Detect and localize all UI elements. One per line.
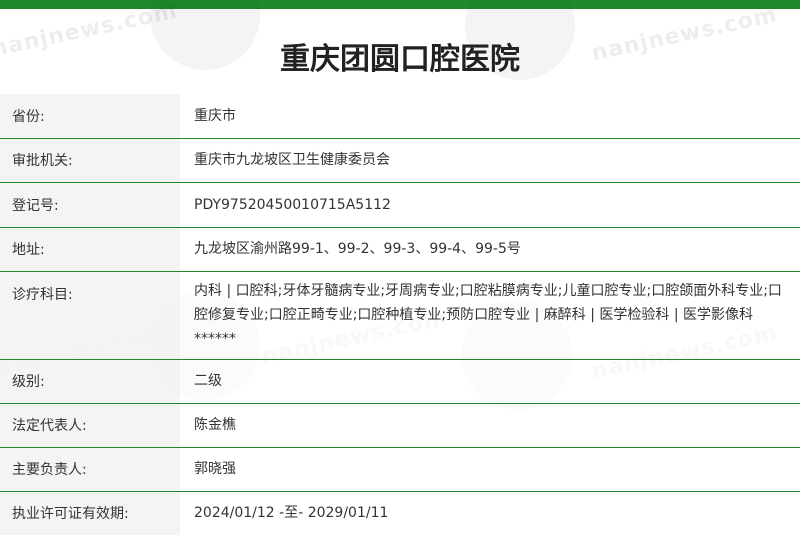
row-value: PDY97520450010715A5112 <box>180 182 800 227</box>
info-row-principal: 主要负责人: 郭晓强 <box>0 447 800 491</box>
row-label: 地址: <box>0 227 180 271</box>
row-value: 重庆市九龙坡区卫生健康委员会 <box>180 138 800 182</box>
row-label: 审批机关: <box>0 138 180 182</box>
hospital-info-table: 省份: 重庆市 审批机关: 重庆市九龙坡区卫生健康委员会 登记号: PDY975… <box>0 94 800 535</box>
row-value: 重庆市 <box>180 94 800 138</box>
row-label: 执业许可证有效期: <box>0 491 180 535</box>
info-row-license-validity: 执业许可证有效期: 2024/01/12 -至- 2029/01/11 <box>0 491 800 535</box>
row-label: 级别: <box>0 359 180 403</box>
info-row-address: 地址: 九龙坡区渝州路99-1、99-2、99-3、99-4、99-5号 <box>0 227 800 271</box>
row-label: 法定代表人: <box>0 403 180 447</box>
row-value: 九龙坡区渝州路99-1、99-2、99-3、99-4、99-5号 <box>180 227 800 271</box>
row-value: 2024/01/12 -至- 2029/01/11 <box>180 491 800 535</box>
info-row-departments: 诊疗科目: 内科 | 口腔科;牙体牙髓病专业;牙周病专业;口腔粘膜病专业;儿童口… <box>0 271 800 359</box>
info-row-province: 省份: 重庆市 <box>0 94 800 138</box>
row-label: 省份: <box>0 94 180 138</box>
top-accent-bar <box>0 0 800 9</box>
row-value: 郭晓强 <box>180 447 800 491</box>
info-row-approval-authority: 审批机关: 重庆市九龙坡区卫生健康委员会 <box>0 138 800 182</box>
row-label: 登记号: <box>0 182 180 227</box>
row-value: 二级 <box>180 359 800 403</box>
row-value: 内科 | 口腔科;牙体牙髓病专业;牙周病专业;口腔粘膜病专业;儿童口腔专业;口腔… <box>180 271 800 359</box>
page-title: 重庆团圆口腔医院 <box>280 42 520 77</box>
row-label: 诊疗科目: <box>0 271 180 359</box>
info-row-legal-representative: 法定代表人: 陈金樵 <box>0 403 800 447</box>
info-row-level: 级别: 二级 <box>0 359 800 403</box>
info-row-registration-number: 登记号: PDY97520450010715A5112 <box>0 182 800 227</box>
row-value: 陈金樵 <box>180 403 800 447</box>
row-label: 主要负责人: <box>0 447 180 491</box>
